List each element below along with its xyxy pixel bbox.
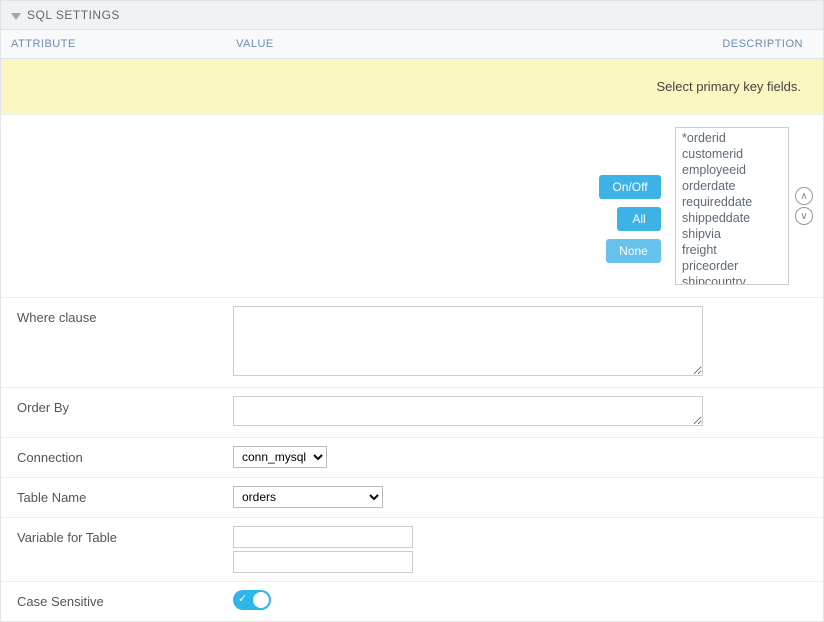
where-label: Where clause (1, 306, 233, 329)
table-row: Table Name orders (1, 478, 823, 518)
pk-field-item[interactable]: *orderid (682, 130, 782, 146)
col-description: DESCRIPTION (693, 30, 823, 58)
pk-field-item[interactable]: employeeid (682, 162, 782, 178)
orderby-textarea[interactable] (233, 396, 703, 426)
pk-field-item[interactable]: priceorder (682, 258, 782, 274)
case-sensitive-row: Case Sensitive (1, 582, 823, 621)
orderby-row: Order By (1, 388, 823, 438)
pk-field-item[interactable]: shipcountry (682, 274, 782, 285)
col-attribute: ATTRIBUTE (1, 30, 226, 58)
var-table-row: Variable for Table (1, 518, 823, 582)
var-table-input-1[interactable] (233, 526, 413, 548)
orderby-label: Order By (1, 396, 233, 419)
where-row: Where clause (1, 298, 823, 388)
move-down-icon[interactable]: ∨ (795, 207, 813, 225)
sql-settings-panel: SQL SETTINGS ATTRIBUTE VALUE DESCRIPTION… (0, 0, 824, 622)
pk-none-button[interactable]: None (606, 239, 661, 263)
primary-key-description: Select primary key fields. (1, 59, 823, 115)
pk-field-item[interactable]: freight (682, 242, 782, 258)
case-sensitive-label: Case Sensitive (1, 590, 233, 613)
table-select[interactable]: orders (233, 486, 383, 508)
pk-all-button[interactable]: All (617, 207, 661, 231)
pk-field-item[interactable]: requireddate (682, 194, 782, 210)
move-up-icon[interactable]: ∧ (795, 187, 813, 205)
collapse-caret-icon (11, 13, 21, 20)
connection-select[interactable]: conn_mysql (233, 446, 327, 468)
connection-label: Connection (1, 446, 233, 469)
pk-field-item[interactable]: shippeddate (682, 210, 782, 226)
columns-header: ATTRIBUTE VALUE DESCRIPTION (1, 30, 823, 59)
pk-onoff-button[interactable]: On/Off (599, 175, 661, 199)
case-sensitive-toggle[interactable] (233, 590, 271, 610)
pk-field-item[interactable]: customerid (682, 146, 782, 162)
var-table-input-2[interactable] (233, 551, 413, 573)
panel-header[interactable]: SQL SETTINGS (1, 1, 823, 30)
col-value: VALUE (226, 30, 693, 58)
primary-key-row: On/Off All None *orderidcustomeridemploy… (1, 115, 823, 298)
primary-key-label (1, 123, 233, 289)
table-label: Table Name (1, 486, 233, 509)
primary-key-fields-list[interactable]: *orderidcustomeridemployeeidorderdatereq… (675, 127, 789, 285)
connection-row: Connection conn_mysql (1, 438, 823, 478)
pk-field-item[interactable]: shipvia (682, 226, 782, 242)
panel-title: SQL SETTINGS (27, 8, 120, 22)
var-table-label: Variable for Table (1, 526, 233, 549)
pk-field-item[interactable]: orderdate (682, 178, 782, 194)
where-textarea[interactable] (233, 306, 703, 376)
